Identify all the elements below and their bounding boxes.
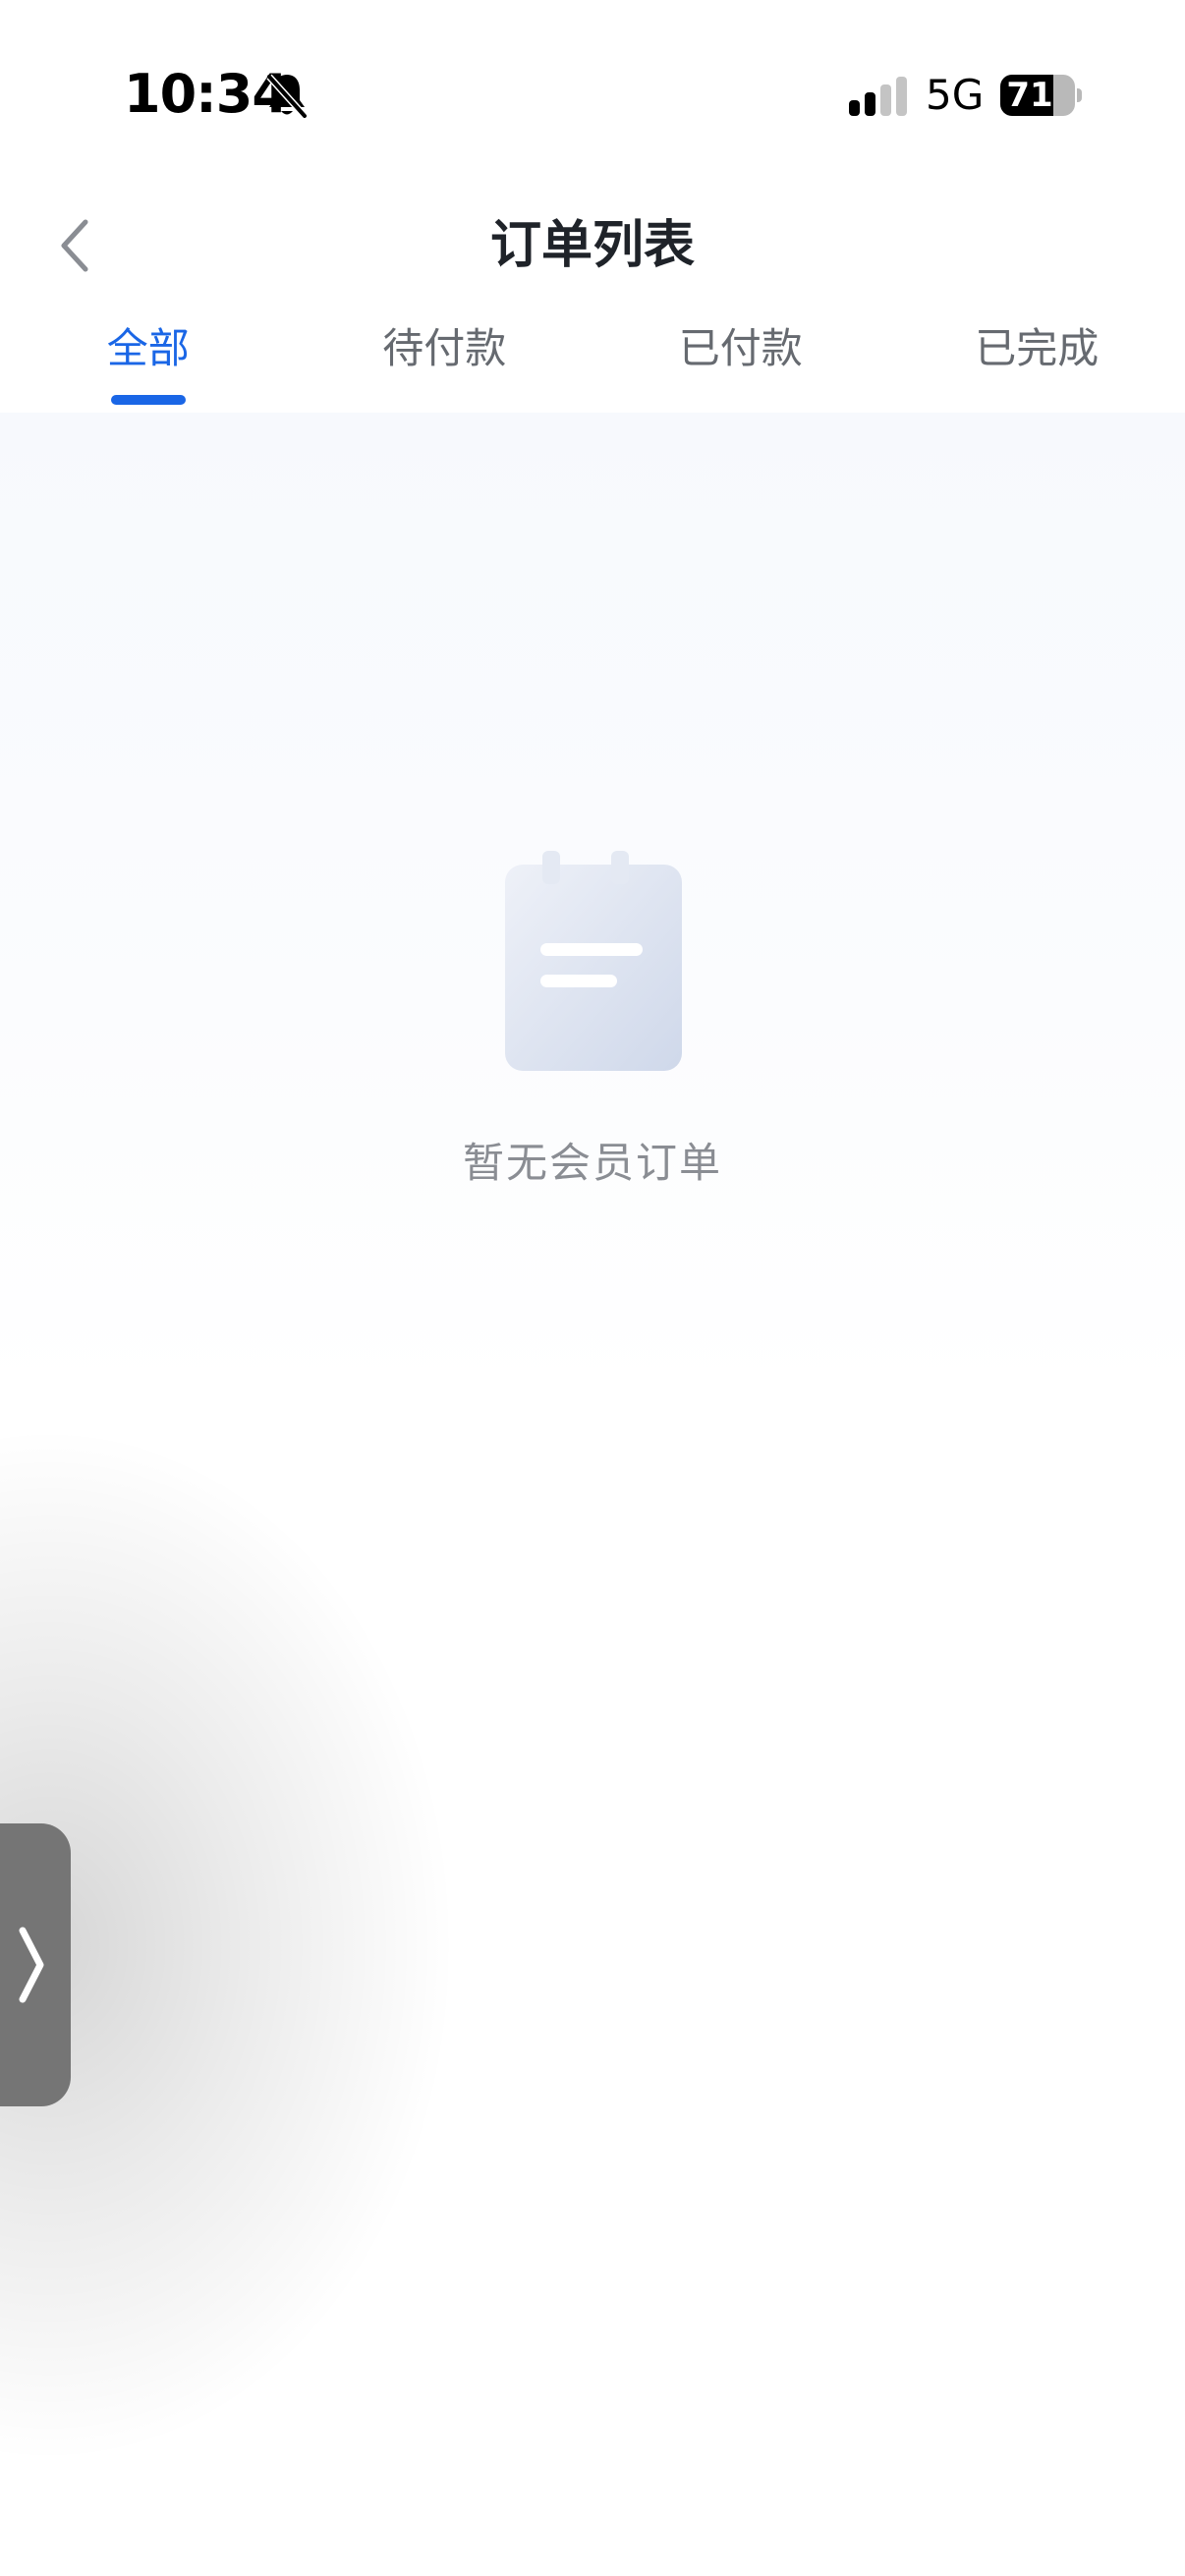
bell-slash-icon bbox=[266, 74, 308, 119]
order-list-content: 暂无会员订单 bbox=[0, 413, 1185, 2576]
page-title: 订单列表 bbox=[489, 216, 695, 275]
chevron-left-icon bbox=[61, 219, 88, 272]
back-button[interactable] bbox=[39, 196, 108, 295]
tab-label: 已付款 bbox=[678, 324, 803, 372]
tab-completed[interactable]: 已完成 bbox=[889, 305, 1185, 413]
tab-label: 已完成 bbox=[975, 324, 1100, 372]
battery-cap bbox=[1077, 88, 1082, 102]
battery-icon: 71 bbox=[1000, 75, 1082, 116]
status-bar: 10:34 5G 71 bbox=[0, 0, 1185, 187]
tab-pending-payment[interactable]: 待付款 bbox=[297, 305, 593, 413]
network-type: 5G bbox=[926, 71, 985, 119]
cellular-signal-icon bbox=[849, 77, 907, 116]
notepad-icon bbox=[505, 851, 682, 1071]
tab-paid[interactable]: 已付款 bbox=[592, 305, 889, 413]
battery-level: 71 bbox=[1006, 76, 1053, 115]
tab-all[interactable]: 全部 bbox=[0, 305, 297, 413]
order-list-screen: 10:34 5G 71 订单列表 全部 待付款 已付款 已完成 暂无会员订单 bbox=[0, 0, 1185, 2576]
tab-label: 全部 bbox=[106, 324, 190, 372]
active-tab-indicator bbox=[110, 395, 186, 405]
tab-label: 待付款 bbox=[382, 324, 507, 372]
status-time: 10:34 bbox=[124, 63, 289, 125]
empty-state-message: 暂无会员订单 bbox=[462, 1139, 722, 1187]
battery-body: 71 bbox=[1000, 75, 1075, 116]
nav-header: 订单列表 bbox=[0, 187, 1185, 305]
chevron-right-icon bbox=[19, 1927, 44, 2003]
side-expand-handle[interactable] bbox=[0, 1823, 71, 2106]
order-status-tabs: 全部 待付款 已付款 已完成 bbox=[0, 305, 1185, 413]
